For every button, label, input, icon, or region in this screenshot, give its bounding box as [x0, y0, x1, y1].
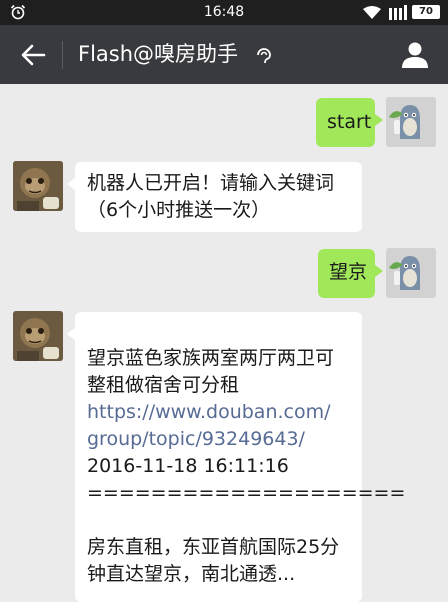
bot-avatar[interactable] — [13, 161, 63, 211]
outgoing-message[interactable]: start — [316, 98, 383, 147]
profile-icon[interactable] — [400, 39, 430, 69]
battery-icon: 70 — [412, 5, 440, 19]
back-arrow-icon[interactable] — [20, 43, 46, 67]
message-line: （6个小时推送一次） — [87, 199, 271, 221]
incoming-message[interactable]: 机器人已开启！请输入关键词 （6个小时推送一次） — [67, 162, 362, 232]
listing-separator: ==================== — [87, 482, 406, 504]
status-bar: 16:48 70 — [0, 0, 448, 25]
message-text: start — [327, 111, 372, 133]
message-text: 望京 — [329, 261, 368, 283]
listing-title-line: 整租做宿舍可分租 — [87, 374, 240, 396]
bot-avatar-image — [13, 161, 63, 211]
listing-description-line: 房东直租，东亚首航国际25分 — [87, 536, 340, 558]
earpiece-icon — [257, 48, 271, 64]
listing-datetime: 2016-11-18 16:11:16 — [87, 455, 289, 477]
chat-title: Flash@嗅房助手 — [78, 42, 239, 66]
signal-icon — [389, 5, 407, 20]
wifi-icon — [363, 6, 381, 19]
outgoing-message[interactable]: 望京 — [318, 249, 383, 298]
chat-header: Flash@嗅房助手 — [0, 25, 448, 84]
bot-avatar-image — [13, 311, 63, 361]
user-avatar-image — [386, 97, 436, 147]
listing-spacer — [87, 507, 362, 534]
bot-avatar[interactable] — [13, 311, 63, 361]
listing-description-line: 钟直达望京，南北通透... — [87, 563, 296, 585]
listing-link[interactable]: group/topic/93249643/ — [87, 426, 362, 453]
user-avatar[interactable] — [386, 97, 436, 147]
incoming-message[interactable]: 望京蓝色家族两室两厅两卫可 整租做宿舍可分租 https://www.douba… — [67, 312, 406, 602]
user-avatar[interactable] — [386, 248, 436, 298]
listing-title-line: 望京蓝色家族两室两厅两卫可 — [87, 347, 335, 369]
listing-link[interactable]: https://www.douban.com/ — [87, 399, 362, 426]
header-divider — [62, 41, 63, 69]
user-avatar-image — [386, 248, 436, 298]
message-line: 机器人已开启！请输入关键词 — [87, 172, 335, 194]
